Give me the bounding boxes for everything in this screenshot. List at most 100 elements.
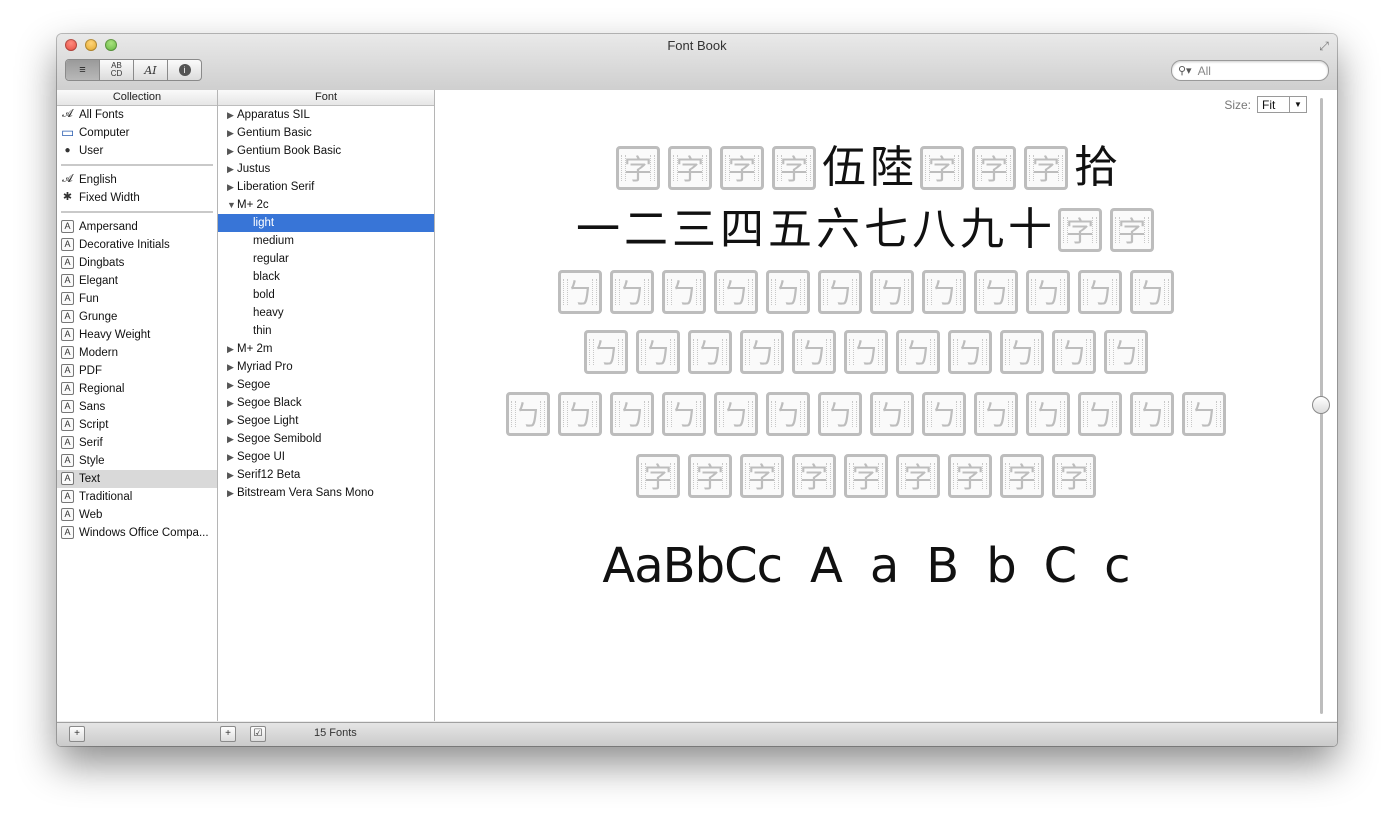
- font-style-item[interactable]: regular: [218, 250, 434, 268]
- preview-glyph: 八: [912, 204, 956, 255]
- font-item-label: Liberation Serif: [237, 181, 315, 193]
- fullscreen-icon[interactable]: ⤢: [1317, 39, 1331, 53]
- add-collection-button[interactable]: +: [69, 726, 85, 742]
- disclosure-closed-icon[interactable]: ▶: [227, 178, 234, 196]
- window-title: Font Book: [667, 38, 727, 53]
- disclosure-closed-icon[interactable]: ▶: [227, 448, 234, 466]
- collection-item[interactable]: A PDF: [57, 362, 217, 380]
- font-family-item[interactable]: ▶ Gentium Basic: [218, 124, 434, 142]
- size-select[interactable]: Fit ▼: [1257, 96, 1307, 113]
- collection-item[interactable]: A Sans: [57, 398, 217, 416]
- disclosure-closed-icon[interactable]: ▶: [227, 430, 234, 448]
- preview-latin-glyph: A: [809, 538, 843, 594]
- search-field[interactable]: ⚲▾ All: [1171, 60, 1329, 81]
- collection-item[interactable]: ▭ Computer: [57, 124, 217, 142]
- collection-item[interactable]: A Elegant: [57, 272, 217, 290]
- font-style-item[interactable]: light: [218, 214, 434, 232]
- collection-item[interactable]: A Serif: [57, 434, 217, 452]
- disclosure-open-icon[interactable]: ▼: [227, 196, 236, 214]
- disclosure-closed-icon[interactable]: ▶: [227, 376, 234, 394]
- title-bar: Font Book ⤢ ≡ ABCD AI i ⚲▾ All: [57, 34, 1337, 91]
- font-family-item[interactable]: ▶ Segoe Semibold: [218, 430, 434, 448]
- collection-item[interactable]: A Traditional: [57, 488, 217, 506]
- disclosure-closed-icon[interactable]: ▶: [227, 124, 234, 142]
- disclosure-closed-icon[interactable]: ▶: [227, 106, 234, 124]
- missing-glyph-icon: ㄅ: [870, 392, 914, 436]
- collection-item-label: Fun: [79, 293, 99, 305]
- collection-icon: A: [61, 220, 74, 233]
- font-style-item[interactable]: thin: [218, 322, 434, 340]
- font-family-item[interactable]: ▶ Segoe: [218, 376, 434, 394]
- font-item-label: M+ 2c: [237, 199, 269, 211]
- collection-item-label: Heavy Weight: [79, 329, 151, 341]
- font-style-item[interactable]: black: [218, 268, 434, 286]
- collection-item[interactable]: A Ampersand: [57, 218, 217, 236]
- missing-glyph-icon: ㄅ: [1026, 392, 1070, 436]
- collection-item-label: Modern: [79, 347, 118, 359]
- size-slider-knob[interactable]: [1312, 396, 1330, 414]
- add-font-button[interactable]: +: [220, 726, 236, 742]
- collection-item[interactable]: A Fun: [57, 290, 217, 308]
- collection-icon: A: [61, 238, 74, 251]
- font-style-item[interactable]: heavy: [218, 304, 434, 322]
- info-view-button[interactable]: i: [168, 60, 201, 80]
- preview-glyph: 九: [960, 204, 1004, 255]
- custom-view-button[interactable]: AI: [134, 60, 168, 80]
- collection-icon: A: [61, 454, 74, 467]
- missing-glyph-icon: ㄅ: [1104, 330, 1148, 374]
- collection-item[interactable]: A Text: [57, 470, 217, 488]
- collection-item[interactable]: A Script: [57, 416, 217, 434]
- preview-glyph: 二: [624, 204, 668, 255]
- disclosure-closed-icon[interactable]: ▶: [227, 484, 234, 502]
- font-family-item[interactable]: ▶ Justus: [218, 160, 434, 178]
- font-item-label: Gentium Book Basic: [237, 145, 342, 157]
- font-family-item[interactable]: ▶ M+ 2m: [218, 340, 434, 358]
- collection-item[interactable]: A Heavy Weight: [57, 326, 217, 344]
- font-family-item[interactable]: ▶ Bitstream Vera Sans Mono: [218, 484, 434, 502]
- preview-row: ㄅㄅㄅㄅㄅㄅㄅㄅㄅㄅㄅ: [435, 330, 1297, 374]
- disclosure-closed-icon[interactable]: ▶: [227, 160, 234, 178]
- disclosure-closed-icon[interactable]: ▶: [227, 466, 234, 484]
- missing-glyph-icon: ㄅ: [1130, 392, 1174, 436]
- collection-item[interactable]: A Dingbats: [57, 254, 217, 272]
- disclosure-closed-icon[interactable]: ▶: [227, 340, 234, 358]
- sample-view-button[interactable]: ≡: [66, 60, 100, 80]
- collection-item[interactable]: 𝓐 English: [57, 171, 217, 189]
- collection-item[interactable]: ✱ Fixed Width: [57, 189, 217, 207]
- collection-item[interactable]: A Modern: [57, 344, 217, 362]
- missing-glyph-icon: ㄅ: [584, 330, 628, 374]
- plus-icon: +: [225, 728, 231, 739]
- collection-item[interactable]: A Grunge: [57, 308, 217, 326]
- font-family-item[interactable]: ▶ Apparatus SIL: [218, 106, 434, 124]
- enable-font-button[interactable]: ☑: [250, 726, 266, 742]
- repertoire-view-button[interactable]: ABCD: [100, 60, 134, 80]
- font-family-item[interactable]: ▼ M+ 2c: [218, 196, 434, 214]
- missing-glyph-icon: ㄅ: [636, 330, 680, 374]
- collection-item[interactable]: 𝓐 All Fonts: [57, 106, 217, 124]
- font-style-item[interactable]: medium: [218, 232, 434, 250]
- font-family-item[interactable]: ▶ Liberation Serif: [218, 178, 434, 196]
- disclosure-closed-icon[interactable]: ▶: [227, 142, 234, 160]
- collection-item[interactable]: A Regional: [57, 380, 217, 398]
- font-style-item[interactable]: bold: [218, 286, 434, 304]
- missing-glyph-icon: ㄅ: [974, 270, 1018, 314]
- font-family-item[interactable]: ▶ Myriad Pro: [218, 358, 434, 376]
- disclosure-closed-icon[interactable]: ▶: [227, 412, 234, 430]
- missing-glyph-icon: ㄅ: [1000, 330, 1044, 374]
- disclosure-closed-icon[interactable]: ▶: [227, 394, 234, 412]
- collection-item[interactable]: A Style: [57, 452, 217, 470]
- collection-item-label: Script: [79, 419, 109, 431]
- font-family-item[interactable]: ▶ Serif12 Beta: [218, 466, 434, 484]
- collection-item[interactable]: A Web: [57, 506, 217, 524]
- collection-item[interactable]: ● User: [57, 142, 217, 160]
- collection-item-label: All Fonts: [79, 109, 124, 121]
- preview-glyph: 七: [864, 204, 908, 255]
- font-family-item[interactable]: ▶ Segoe UI: [218, 448, 434, 466]
- font-item-label: Gentium Basic: [237, 127, 312, 139]
- font-family-item[interactable]: ▶ Segoe Black: [218, 394, 434, 412]
- disclosure-closed-icon[interactable]: ▶: [227, 358, 234, 376]
- font-family-item[interactable]: ▶ Gentium Book Basic: [218, 142, 434, 160]
- font-family-item[interactable]: ▶ Segoe Light: [218, 412, 434, 430]
- collection-item[interactable]: A Decorative Initials: [57, 236, 217, 254]
- collection-item[interactable]: A Windows Office Compa...: [57, 524, 217, 542]
